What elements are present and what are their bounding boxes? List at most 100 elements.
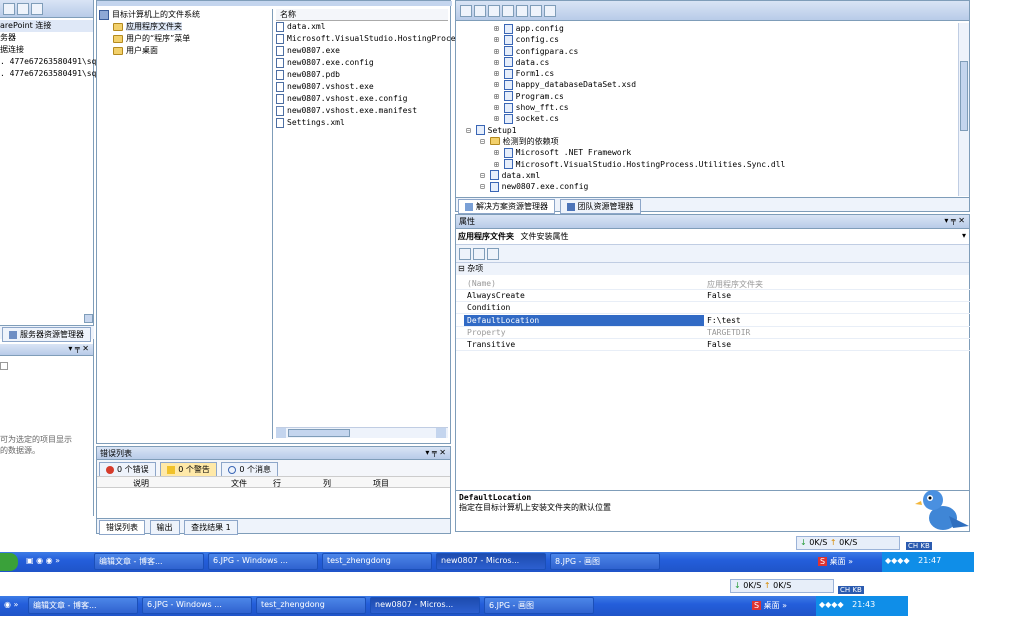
expand-icon[interactable]: ⊞	[494, 24, 504, 33]
file-system-editor-icon[interactable]	[502, 5, 514, 17]
server-item[interactable]: arePoint 连接	[0, 20, 93, 32]
file-item[interactable]: new0807.pdb	[276, 69, 448, 81]
tab-error-list[interactable]: 错误列表	[99, 520, 145, 535]
quick-launch[interactable]: ◉ »	[4, 600, 18, 609]
tree-item-desktop[interactable]: 用户桌面	[99, 45, 272, 57]
property-row[interactable]: Condition	[456, 302, 970, 314]
tree-item-app-folder[interactable]: 应用程序文件夹	[99, 21, 272, 33]
show-all-files-icon[interactable]	[474, 5, 486, 17]
expand-icon[interactable]: ⊞	[494, 35, 504, 44]
expand-icon[interactable]: ⊞	[494, 103, 504, 112]
file-item[interactable]: new0807.exe.config	[276, 57, 448, 69]
solution-tree-item[interactable]: ⊟ data.xml	[460, 170, 956, 181]
file-types-editor-icon[interactable]	[530, 5, 542, 17]
property-row[interactable]: Property TARGETDIR	[456, 327, 970, 339]
tree-root[interactable]: 目标计算机上的文件系统	[99, 9, 272, 21]
object-selector[interactable]: 应用程序文件夹 文件安装属性 ▾	[456, 229, 969, 245]
col-file[interactable]: 文件	[231, 478, 247, 489]
file-item[interactable]: new0807.vshost.exe.manifest	[276, 105, 448, 117]
expand-icon[interactable]: ⊞	[494, 92, 504, 101]
property-pages-icon[interactable]	[487, 248, 499, 260]
task-button[interactable]: new0807 - Micros...	[370, 597, 480, 614]
server-item[interactable]: . 477e67263580491\sqlex	[0, 68, 111, 80]
errors-filter-button[interactable]: 0 个错误	[99, 462, 156, 477]
solution-tree-item[interactable]: ⊞ app.config	[460, 23, 956, 34]
expand-icon[interactable]: ⊞	[494, 80, 504, 89]
panel-controls[interactable]: ▾ ╤ ✕	[425, 448, 446, 457]
scroll-thumb[interactable]	[288, 429, 350, 437]
solution-vscroll[interactable]	[958, 23, 969, 196]
server-item[interactable]: . 477e67263580491\sqlex	[0, 56, 111, 68]
category-miscellaneous[interactable]: ⊟ 杂项	[456, 263, 969, 275]
file-item[interactable]: new0807.vshost.exe	[276, 81, 448, 93]
col-project[interactable]: 项目	[373, 478, 389, 489]
scroll-right-button[interactable]	[436, 428, 446, 438]
desktop-toolbar[interactable]: S 桌面 »	[818, 556, 853, 567]
file-item[interactable]: data.xml	[276, 21, 448, 33]
language-bar[interactable]: CH KB	[906, 542, 932, 550]
expand-icon[interactable]: ⊞	[494, 160, 504, 169]
tab-solution-explorer[interactable]: 解决方案资源管理器	[458, 199, 555, 214]
expand-icon[interactable]: ⊞	[494, 58, 504, 67]
solution-tree-item[interactable]: ⊞ Form1.cs	[460, 68, 956, 79]
tray-icons[interactable]: ◆◆◆◆	[819, 600, 844, 609]
solution-tree-item[interactable]: ⊞ socket.cs	[460, 113, 956, 124]
tab-team-explorer[interactable]: 团队资源管理器	[559, 199, 641, 214]
solution-tree-item[interactable]: ⊞ happy_databaseDataSet.xsd	[460, 79, 956, 90]
tray-icons[interactable]: ◆◆◆◆	[885, 556, 910, 565]
solution-tree-item[interactable]: ⊞ configpara.cs	[460, 46, 956, 57]
task-button[interactable]: 6.JPG - Windows ...	[142, 597, 252, 614]
task-button[interactable]: 6.JPG - Windows ...	[208, 553, 318, 570]
task-button[interactable]: 8.JPG - 画图	[550, 553, 660, 570]
solution-tree-item[interactable]: ⊟ new0807.exe.config	[460, 181, 956, 192]
server-explorer-tab[interactable]: 服务器资源管理器	[2, 327, 91, 342]
server-hscroll-right[interactable]	[84, 314, 93, 323]
solution-tree-item[interactable]: ⊞ config.cs	[460, 34, 956, 45]
task-button[interactable]: new0807 - Micros...	[436, 553, 546, 570]
solution-tree-item[interactable]: ⊟ Setup1	[460, 125, 956, 136]
expand-icon[interactable]: ⊟	[480, 137, 490, 146]
expand-icon[interactable]: ⊟	[480, 182, 490, 191]
quick-launch[interactable]: ▣ ◉ ◉ »	[26, 556, 60, 565]
expand-icon[interactable]: ⊞	[494, 114, 504, 123]
solution-tree-item[interactable]: ⊞ Program.cs	[460, 91, 956, 102]
registry-editor-icon[interactable]	[516, 5, 528, 17]
pin-icon[interactable]: ▾ ╤ ✕	[68, 344, 89, 353]
col-column[interactable]: 列	[323, 478, 331, 489]
collapse-icon[interactable]: ⊟	[458, 264, 465, 273]
solution-tree-item[interactable]: ⊞ data.cs	[460, 57, 956, 68]
messages-filter-button[interactable]: 0 个消息	[221, 462, 279, 477]
tab-find-results[interactable]: 查找结果 1	[184, 520, 238, 535]
language-bar[interactable]: CH KB	[838, 586, 864, 594]
server-item[interactable]: 务器	[0, 32, 93, 44]
property-row[interactable]: (Name) 应用程序文件夹	[456, 278, 970, 290]
refresh-icon[interactable]	[3, 3, 15, 15]
property-row[interactable]: AlwaysCreate False	[456, 290, 970, 302]
server-item[interactable]: 据连接	[0, 44, 93, 56]
expand-icon[interactable]: ⊟	[480, 171, 490, 180]
tree-item-programs-menu[interactable]: 用户的“程序”菜单	[99, 33, 272, 45]
properties-icon[interactable]	[460, 5, 472, 17]
custom-actions-icon[interactable]	[544, 5, 556, 17]
stop-icon[interactable]	[17, 3, 29, 15]
scroll-thumb[interactable]	[960, 61, 968, 131]
file-item[interactable]: Microsoft.VisualStudio.HostingProcess	[276, 33, 465, 45]
connect-db-icon[interactable]	[31, 3, 43, 15]
column-header-name[interactable]: 名称	[276, 9, 448, 21]
task-button[interactable]: 编辑文章 - 博客...	[28, 597, 138, 614]
task-button[interactable]: 6.JPG - 画图	[484, 597, 594, 614]
clock[interactable]: 21:47	[918, 556, 941, 565]
file-item[interactable]: Settings.xml	[276, 117, 448, 129]
expand-icon[interactable]: ⊞	[494, 47, 504, 56]
clock[interactable]: 21:43	[852, 600, 875, 609]
task-button[interactable]: test_zhengdong	[322, 553, 432, 570]
solution-tree-item[interactable]: ⊟ 检测到的依赖项	[460, 136, 956, 147]
warnings-filter-button[interactable]: 0 个警告	[160, 462, 217, 477]
col-line[interactable]: 行	[273, 478, 281, 489]
file-item[interactable]: new0807.vshost.exe.config	[276, 93, 448, 105]
tab-output[interactable]: 输出	[149, 520, 180, 535]
scroll-left-button[interactable]	[276, 428, 286, 438]
solution-tree-item[interactable]: ⊞ show_fft.cs	[460, 102, 956, 113]
file-list-hscroll[interactable]	[276, 427, 448, 438]
expand-icon[interactable]: ⊟	[466, 126, 476, 135]
